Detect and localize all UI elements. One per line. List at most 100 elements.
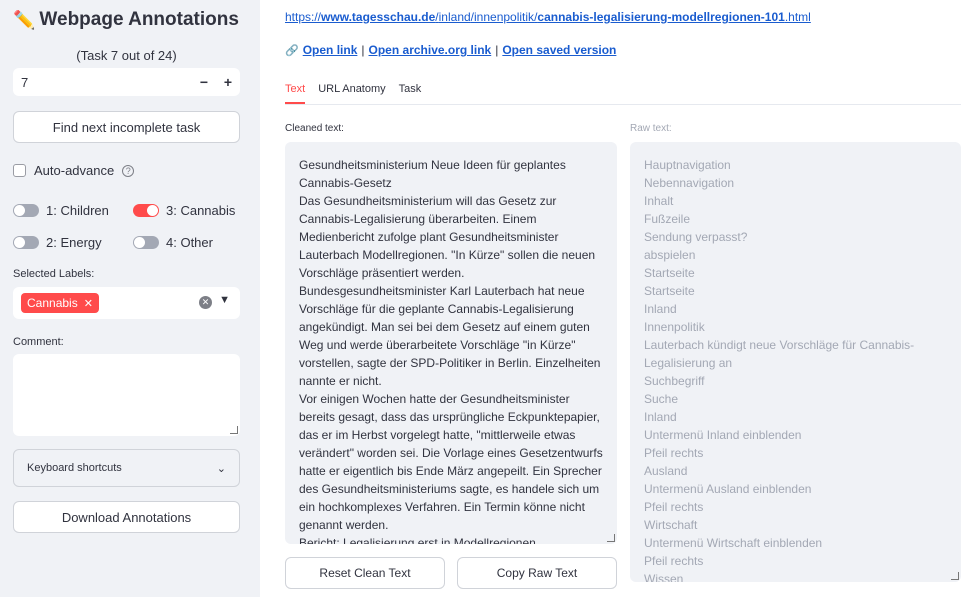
comment-textarea[interactable] <box>13 354 240 436</box>
toggle-energy[interactable]: 2: Energy <box>13 235 102 250</box>
text-line: Startseite <box>644 266 695 280</box>
text-line: Bericht: Legalisierung erst in Modellreg… <box>299 536 536 544</box>
open-archive-link[interactable]: Open archive.org link <box>369 43 492 57</box>
url-domain[interactable]: www.tagesschau.de <box>321 10 435 24</box>
text-line: Pfeil rechts <box>644 500 704 514</box>
decrement-button[interactable]: − <box>192 68 216 96</box>
text-line: Wissen <box>644 572 684 582</box>
url-path-segment[interactable]: innenpolitik <box>474 10 534 24</box>
text-line: Vorschläge für die geplante Cannabis-Leg… <box>299 302 574 316</box>
text-line: angekündigt. Man sei bei dem Gesetz auf … <box>299 320 590 334</box>
text-line: Pfeil rechts <box>644 446 704 460</box>
selected-labels-multiselect[interactable]: Cannabis ✕ ✕ ▼ <box>13 287 240 319</box>
toggle-switch-icon[interactable] <box>133 236 159 249</box>
label-chip-text: Cannabis <box>27 296 78 310</box>
open-link[interactable]: Open link <box>303 43 358 57</box>
raw-text-label: Raw text: <box>630 123 672 134</box>
raw-text-area[interactable]: Hauptnavigation Nebennavigation Inhalt Fußz… <box>630 142 961 582</box>
text-line: das er im Herbst vorgelegt hatte, "mittl… <box>299 428 576 442</box>
task-number-input[interactable]: 7 − + <box>13 68 240 96</box>
app-title: ✏️ Webpage Annotations <box>13 9 239 31</box>
find-next-incomplete-button[interactable]: Find next incomplete task <box>13 111 240 143</box>
text-line: Untermenü Inland einblenden <box>644 428 802 442</box>
tab-text[interactable]: Text <box>285 82 306 104</box>
auto-advance-checkbox[interactable] <box>13 164 26 177</box>
url-slug[interactable]: cannabis-legalisierung-modellregionen-10… <box>537 10 784 24</box>
increment-button[interactable]: + <box>216 68 240 96</box>
link-separator: | <box>495 43 499 57</box>
link-separator: | <box>361 43 365 57</box>
toggle-label: 1: Children <box>46 203 109 218</box>
text-line: Fußzeile <box>644 212 691 226</box>
url-extension[interactable]: .html <box>785 10 811 24</box>
cleaned-text-label: Cleaned text: <box>285 123 344 134</box>
page-url[interactable]: https://www.tagesschau.de/inland/innenpo… <box>285 10 811 24</box>
text-line: Wirtschaft <box>644 518 698 532</box>
copy-raw-text-button[interactable]: Copy Raw Text <box>457 557 617 589</box>
text-line: Suchbegriff <box>644 374 705 388</box>
text-line: Lauterbach kündigt neue Vorschläge für C… <box>644 338 915 352</box>
text-line: Ausland <box>644 464 688 478</box>
label-chip[interactable]: Cannabis ✕ <box>21 293 99 313</box>
text-line: Startseite <box>644 284 695 298</box>
text-line: abspielen <box>644 248 696 262</box>
toggle-label: 2: Energy <box>46 235 102 250</box>
resize-handle-icon[interactable] <box>230 426 238 434</box>
selected-labels-title: Selected Labels: <box>13 268 95 280</box>
keyboard-shortcuts-expander[interactable]: Keyboard shortcuts ⌄ <box>13 449 240 487</box>
clear-icon[interactable]: ✕ <box>199 296 212 309</box>
text-line: Cannabis-Legalisierung überarbeiten. Ein… <box>299 212 537 226</box>
text-line: ein hochkomplexes Verfahren. Ein Termin … <box>299 500 585 514</box>
toggle-switch-icon[interactable] <box>133 204 159 217</box>
text-line: Hauptnavigation <box>644 158 731 172</box>
task-number-value[interactable]: 7 <box>13 75 192 90</box>
text-line: Gesundheitsministerium Neue Ideen für ge… <box>299 158 566 172</box>
toggle-switch-icon[interactable] <box>13 204 39 217</box>
open-saved-link[interactable]: Open saved version <box>502 43 616 57</box>
chevron-down-icon[interactable]: ▼ <box>219 294 230 306</box>
text-line: Inland <box>644 410 677 424</box>
toggle-children[interactable]: 1: Children <box>13 203 109 218</box>
cleaned-text-area[interactable]: Gesundheitsministerium Neue Ideen für ge… <box>285 142 617 544</box>
text-line: hatte er eigentlich bis Ende März angepe… <box>299 464 602 478</box>
help-icon[interactable]: ? <box>122 164 135 177</box>
tab-url-anatomy[interactable]: URL Anatomy <box>318 82 385 104</box>
text-line: Vorschläge präsentiert werden. <box>299 266 465 280</box>
url-path-segment[interactable]: inland <box>439 10 471 24</box>
text-line: Cannabis-Gesetz <box>299 176 392 190</box>
text-line: Medienbericht zufolge plant Gesundheitsm… <box>299 230 559 244</box>
pencil-icon: ✏️ <box>13 9 36 30</box>
app-title-text: Webpage Annotations <box>39 9 239 30</box>
text-line: Innenpolitik <box>644 320 705 334</box>
text-line: des Gesundheitsministeriums sagte, es ha… <box>299 482 600 496</box>
text-line: genannt werden. <box>299 518 389 532</box>
reset-clean-text-button[interactable]: Reset Clean Text <box>285 557 445 589</box>
text-line: verändert" worden sei. Die Vorlage eines… <box>299 446 603 460</box>
text-line: Vor einigen Wochen hatte der Gesundheits… <box>299 392 570 406</box>
download-annotations-button[interactable]: Download Annotations <box>13 501 240 533</box>
keyboard-shortcuts-label: Keyboard shortcuts <box>27 462 122 474</box>
text-line: Untermenü Ausland einblenden <box>644 482 812 496</box>
toggle-label: 4: Other <box>166 235 213 250</box>
text-line: vorstellen, sagte der SPD-Politiker in B… <box>299 356 601 370</box>
url-prefix[interactable]: https:// <box>285 10 321 24</box>
auto-advance-checkbox-row[interactable]: Auto-advance ? <box>13 163 135 178</box>
comment-title: Comment: <box>13 336 64 348</box>
text-line: Bundesgesundheitsminister Karl Lauterbac… <box>299 284 585 298</box>
chip-remove-icon[interactable]: ✕ <box>84 297 93 310</box>
main-panel: https://www.tagesschau.de/inland/innenpo… <box>260 0 968 597</box>
task-counter: (Task 7 out of 24) <box>76 48 177 63</box>
toggle-other[interactable]: 4: Other <box>133 235 213 250</box>
text-line: Nebennavigation <box>644 176 735 190</box>
resize-handle-icon[interactable] <box>951 572 959 580</box>
text-line: Sendung verpasst? <box>644 230 748 244</box>
toggle-cannabis[interactable]: 3: Cannabis <box>133 203 235 218</box>
text-line: Inhalt <box>644 194 674 208</box>
resize-handle-icon[interactable] <box>607 534 615 542</box>
link-icon: 🔗 <box>285 44 299 57</box>
tab-task[interactable]: Task <box>399 82 422 104</box>
toggle-switch-icon[interactable] <box>13 236 39 249</box>
chevron-down-icon: ⌄ <box>216 462 226 475</box>
text-line: Das Gesundheitsministerium will das Gese… <box>299 194 557 208</box>
text-line: Suche <box>644 392 679 406</box>
